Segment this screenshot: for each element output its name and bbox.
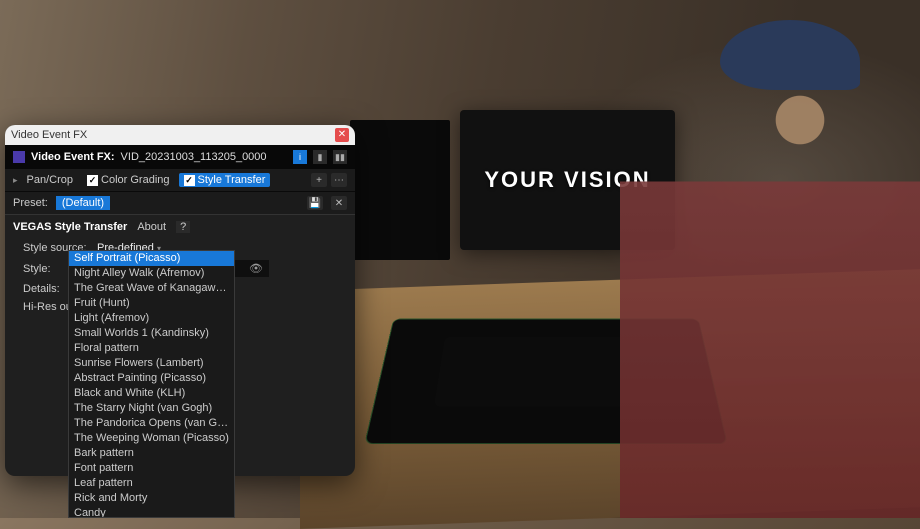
preset-delete-button[interactable]: ✕ — [331, 196, 347, 210]
style-option[interactable]: Self Portrait (Picasso) — [69, 251, 234, 266]
chain-arrow-icon: ▸ — [13, 175, 18, 186]
checkbox-icon[interactable]: ✓ — [184, 175, 195, 186]
style-option[interactable]: Night Alley Walk (Afremov) — [69, 266, 234, 281]
style-option[interactable]: Floral pattern — [69, 341, 234, 356]
fx-header: Video Event FX: VID_20231003_113205_0000… — [5, 145, 355, 169]
chain-color-grading[interactable]: ✓ Color Grading — [82, 173, 174, 187]
chain-add-button[interactable]: + — [311, 173, 327, 187]
chain-style-transfer-label: Style Transfer — [198, 174, 266, 186]
style-option[interactable]: The Starry Night (van Gogh) — [69, 401, 234, 416]
fx-header-label: Video Event FX: — [31, 151, 115, 163]
effect-chain: ▸ Pan/Crop ✓ Color Grading ✓ Style Trans… — [5, 169, 355, 192]
preset-save-button[interactable]: 💾 — [307, 196, 323, 210]
style-option[interactable]: The Weeping Woman (Picasso) — [69, 431, 234, 446]
drag-handle-icon[interactable] — [13, 151, 25, 163]
style-option[interactable]: The Pandorica Opens (van Gogh) — [69, 416, 234, 431]
style-option[interactable]: Font pattern — [69, 461, 234, 476]
checkbox-icon[interactable]: ✓ — [87, 175, 98, 186]
style-option[interactable]: Light (Afremov) — [69, 311, 234, 326]
chain-color-grading-label: Color Grading — [101, 174, 169, 186]
section-header: VEGAS Style Transfer About ? — [5, 214, 355, 239]
preset-dropdown[interactable]: (Default) — [56, 196, 110, 210]
clip-name: VID_20231003_113205_0000 — [121, 151, 267, 163]
chain-style-transfer[interactable]: ✓ Style Transfer — [179, 173, 271, 187]
style-option[interactable]: Fruit (Hunt) — [69, 296, 234, 311]
style-option[interactable]: Candy — [69, 506, 234, 518]
chain-pan-crop[interactable]: Pan/Crop — [22, 173, 78, 187]
plugin-title: VEGAS Style Transfer — [13, 221, 127, 233]
help-button[interactable]: ? — [176, 221, 190, 233]
header-button-2[interactable]: ▮ — [313, 150, 327, 164]
style-options-list[interactable]: Self Portrait (Picasso)Night Alley Walk … — [68, 250, 235, 518]
chain-pan-crop-label: Pan/Crop — [27, 174, 73, 186]
style-option[interactable]: Abstract Painting (Picasso) — [69, 371, 234, 386]
preset-label: Preset: — [13, 197, 48, 209]
style-option[interactable]: Small Worlds 1 (Kandinsky) — [69, 326, 234, 341]
header-button-3[interactable]: ▮▮ — [333, 150, 347, 164]
secondary-monitor — [350, 120, 450, 260]
style-option[interactable]: Bark pattern — [69, 446, 234, 461]
window-title: Video Event FX — [11, 129, 87, 141]
about-link[interactable]: About — [137, 221, 166, 233]
style-option[interactable]: Leaf pattern — [69, 476, 234, 491]
preview-eye-icon[interactable]: 👁 — [249, 262, 263, 275]
titlebar[interactable]: Video Event FX ✕ — [5, 125, 355, 145]
chain-more-button[interactable]: ⋯ — [331, 173, 347, 187]
style-option[interactable]: The Great Wave of Kanagawa (Hokusai) — [69, 281, 234, 296]
style-option[interactable]: Black and White (KLH) — [69, 386, 234, 401]
close-button[interactable]: ✕ — [335, 128, 349, 142]
style-option[interactable]: Rick and Morty — [69, 491, 234, 506]
preset-row: Preset: (Default) 💾 ✕ — [5, 192, 355, 214]
style-option[interactable]: Sunrise Flowers (Lambert) — [69, 356, 234, 371]
header-button-1[interactable]: i — [293, 150, 307, 164]
